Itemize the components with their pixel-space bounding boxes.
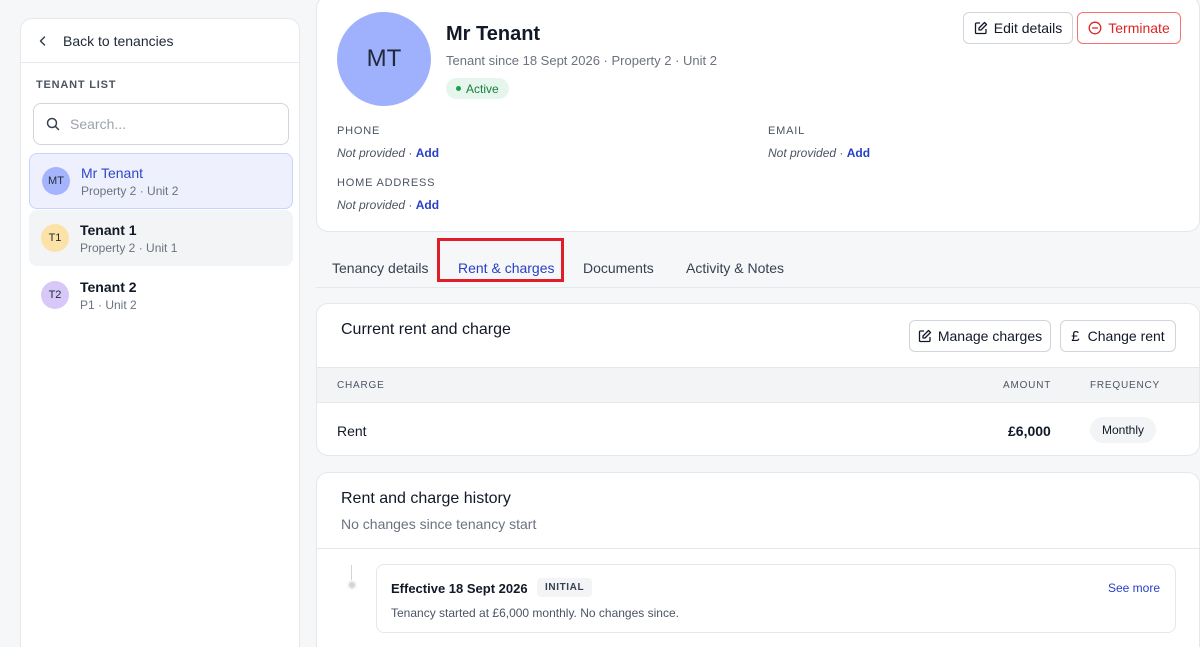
- phone-value: Not provided · Add: [337, 146, 440, 160]
- back-link-label: Back to tenancies: [63, 32, 174, 49]
- history-entry-title: Effective 18 Sept 2026: [391, 581, 528, 596]
- charges-table-header: CHARGE AMOUNT FREQUENCY: [317, 367, 1199, 403]
- tenant-title: Mr Tenant: [446, 23, 541, 45]
- terminate-button[interactable]: Terminate: [1077, 12, 1181, 44]
- frequency-badge: Monthly: [1090, 417, 1157, 443]
- timeline-line: [351, 565, 352, 581]
- tab-activity-notes[interactable]: Activity & Notes: [686, 260, 784, 276]
- tenant-unit: Property 2 · Unit 1: [80, 240, 178, 255]
- rent-history-card: Rent and charge history No changes since…: [316, 472, 1200, 647]
- tenant-unit: Property 2 · Unit 2: [81, 183, 179, 198]
- tenant-name: Mr Tenant: [81, 164, 143, 181]
- search-input[interactable]: [70, 116, 270, 132]
- tenant-list-item[interactable]: MT Mr Tenant Property 2 · Unit 2: [29, 153, 293, 209]
- tab-rent-charges[interactable]: Rent & charges: [458, 260, 555, 276]
- column-frequency: FREQUENCY: [1090, 380, 1160, 391]
- home-address-value-text: Not provided: [337, 198, 406, 212]
- edit-details-label: Edit details: [993, 20, 1063, 36]
- email-value: Not provided · Add: [768, 146, 871, 160]
- add-address-link[interactable]: Add: [416, 198, 439, 212]
- phone-value-text: Not provided: [337, 146, 406, 160]
- chevron-left-icon: [37, 35, 55, 47]
- tab-tenancy-details[interactable]: Tenancy details: [332, 260, 429, 276]
- tenant-name: Tenant 1: [80, 221, 137, 238]
- status-dot-icon: [456, 86, 461, 91]
- search-icon: [46, 117, 60, 131]
- tab-documents[interactable]: Documents: [583, 260, 654, 276]
- email-label: EMAIL: [768, 125, 806, 137]
- change-rent-button[interactable]: £ Change rent: [1060, 320, 1176, 352]
- tenant-search[interactable]: [33, 103, 289, 145]
- tenant-name: Tenant 2: [80, 278, 137, 295]
- home-address-label: HOME ADDRESS: [337, 177, 436, 189]
- see-more-link[interactable]: See more: [1108, 581, 1160, 595]
- column-amount: AMOUNT: [1003, 380, 1052, 391]
- edit-icon: [974, 21, 987, 35]
- avatar: T2: [41, 281, 69, 309]
- avatar: MT: [42, 167, 70, 195]
- status-label: Active: [466, 81, 499, 96]
- pound-icon: £: [1071, 327, 1080, 345]
- timeline-dot-icon: [347, 580, 357, 590]
- back-to-tenancies-link[interactable]: Back to tenancies: [21, 19, 299, 63]
- home-address-value: Not provided · Add: [337, 198, 440, 212]
- email-value-text: Not provided: [768, 146, 837, 160]
- status-badge: Active: [446, 78, 509, 99]
- phone-label: PHONE: [337, 125, 381, 137]
- tenant-list-item[interactable]: T2 Tenant 2 P1 · Unit 2: [29, 267, 293, 323]
- tenant-unit: P1 · Unit 2: [80, 297, 137, 312]
- current-rent-card: Current rent and charge Manage charges £…: [316, 303, 1200, 456]
- initial-badge: INITIAL: [537, 578, 593, 597]
- edit-details-button[interactable]: Edit details: [963, 12, 1073, 44]
- tenant-meta: Tenant since 18 Sept 2026 · Property 2 ·…: [446, 53, 717, 68]
- current-rent-title: Current rent and charge: [341, 321, 511, 338]
- history-title: Rent and charge history: [341, 490, 511, 507]
- tenant-avatar: MT: [337, 12, 431, 106]
- manage-charges-label: Manage charges: [937, 328, 1043, 344]
- history-entry-description: Tenancy started at £6,000 monthly. No ch…: [391, 606, 679, 620]
- minus-circle-icon: [1088, 21, 1102, 35]
- add-email-link[interactable]: Add: [847, 146, 870, 160]
- tenant-sidebar: Back to tenancies TENANT LIST MT Mr Tena…: [20, 18, 300, 647]
- history-entry: Effective 18 Sept 2026 INITIAL Tenancy s…: [376, 564, 1176, 633]
- edit-icon: [918, 329, 931, 343]
- charge-name-cell: Rent: [337, 423, 367, 439]
- terminate-label: Terminate: [1108, 20, 1170, 36]
- history-subtitle: No changes since tenancy start: [341, 516, 537, 532]
- charge-amount-cell: £6,000: [1008, 423, 1051, 439]
- avatar: T1: [41, 224, 69, 252]
- tenant-list-item[interactable]: T1 Tenant 1 Property 2 · Unit 1: [29, 210, 293, 266]
- column-charge: CHARGE: [337, 380, 385, 391]
- add-phone-link[interactable]: Add: [416, 146, 439, 160]
- change-rent-label: Change rent: [1087, 328, 1165, 344]
- manage-charges-button[interactable]: Manage charges: [909, 320, 1051, 352]
- divider: [317, 548, 1199, 549]
- tenant-profile-card: MT Mr Tenant Tenant since 18 Sept 2026 ·…: [316, 0, 1200, 232]
- tenant-list-heading: TENANT LIST: [36, 79, 117, 91]
- tenant-tabs: Tenancy details Rent & charges Documents…: [316, 238, 1200, 288]
